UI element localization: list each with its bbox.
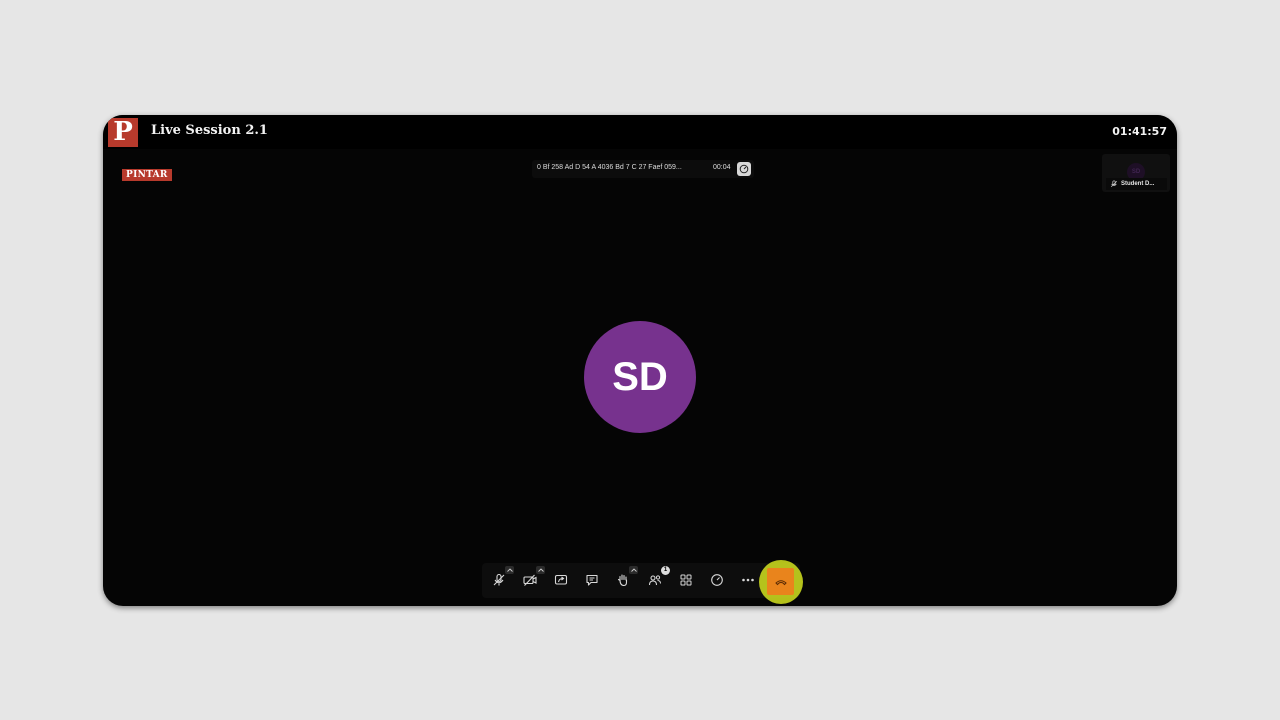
- app-logo: P: [108, 118, 138, 147]
- camera-off-icon: [523, 574, 537, 586]
- meeting-id: 0 Bf 258 Ad D 54 A 4036 Bd 7 C 27 Faef 0…: [537, 164, 682, 171]
- meeting-window: P Live Session 2.1 01:41:57 PINTAR 0 Bf …: [103, 115, 1177, 606]
- brand-badge: PINTAR: [122, 169, 172, 181]
- chevron-up-icon: [506, 568, 513, 572]
- title-bar: P Live Session 2.1 01:41:57: [103, 115, 1177, 149]
- reactions-caret[interactable]: [629, 566, 638, 574]
- mic-off-icon: [1110, 180, 1118, 188]
- chevron-up-icon: [537, 568, 544, 572]
- speed-test-button[interactable]: [707, 570, 727, 590]
- share-screen-button[interactable]: [551, 570, 571, 590]
- leave-call-icon: [774, 579, 787, 585]
- session-title: Live Session 2.1: [151, 123, 268, 138]
- participant-avatar: SD: [584, 321, 696, 433]
- participant-count-badge: 1: [661, 566, 670, 575]
- chat-button[interactable]: [582, 570, 602, 590]
- call-toolbar: 1: [482, 563, 800, 598]
- self-view-tile[interactable]: SD Student D...: [1102, 154, 1170, 192]
- participants-icon: [648, 575, 661, 586]
- grid-view-button[interactable]: [676, 570, 696, 590]
- more-icon: [742, 578, 754, 582]
- meeting-info-bar: 0 Bf 258 Ad D 54 A 4036 Bd 7 C 27 Faef 0…: [532, 160, 754, 178]
- meeting-timer: 00:04: [713, 164, 731, 171]
- mic-options-caret[interactable]: [505, 566, 514, 574]
- chat-icon: [586, 574, 598, 586]
- share-screen-icon: [554, 574, 568, 585]
- gauge-icon: [739, 164, 749, 174]
- connection-speed-button[interactable]: [737, 162, 751, 176]
- leave-call-button[interactable]: [767, 568, 794, 595]
- raise-hand-icon: [617, 574, 628, 587]
- self-view-name: Student D...: [1121, 181, 1155, 187]
- self-view-label: Student D...: [1106, 178, 1167, 190]
- more-options-button[interactable]: [738, 570, 758, 590]
- mic-off-icon: [493, 573, 505, 586]
- session-clock: 01:41:57: [1112, 125, 1167, 138]
- camera-options-caret[interactable]: [536, 566, 545, 574]
- grid-view-icon: [680, 574, 692, 586]
- speed-test-icon: [711, 574, 723, 586]
- chevron-up-icon: [630, 568, 637, 572]
